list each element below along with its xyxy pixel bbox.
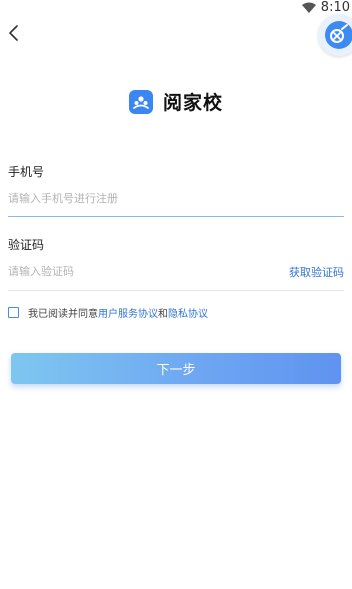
back-button[interactable] (4, 22, 24, 44)
app-logo-icon (128, 89, 153, 114)
code-input[interactable] (8, 263, 208, 279)
agreement-prefix: 我已阅读并同意 (28, 309, 98, 320)
app-name: 阅家校 (162, 92, 223, 114)
wifi-icon (302, 2, 316, 13)
floating-assistant-icon (325, 21, 352, 49)
code-divider (8, 290, 344, 291)
agreement-conjunction: 和 (158, 309, 168, 320)
phone-label: 手机号 (8, 165, 45, 179)
agreement-checkbox[interactable] (8, 307, 19, 318)
next-button[interactable]: 下一步 (11, 353, 341, 384)
terms-link[interactable]: 用户服务协议 (98, 305, 158, 320)
floating-assistant-button[interactable] (318, 14, 352, 56)
phone-input[interactable] (8, 190, 308, 206)
brand-header: 阅家校 (0, 88, 352, 115)
code-label: 验证码 (8, 238, 45, 252)
status-bar: 8:10 (0, 0, 352, 16)
get-code-button[interactable]: 获取验证码 (289, 264, 344, 280)
agreement-row: 我已阅读并同意 用户服务协议 和 隐私协议 (8, 305, 208, 320)
chevron-left-icon (9, 25, 18, 41)
status-time: 8:10 (320, 0, 350, 15)
privacy-link[interactable]: 隐私协议 (168, 305, 208, 320)
phone-divider (8, 216, 344, 217)
